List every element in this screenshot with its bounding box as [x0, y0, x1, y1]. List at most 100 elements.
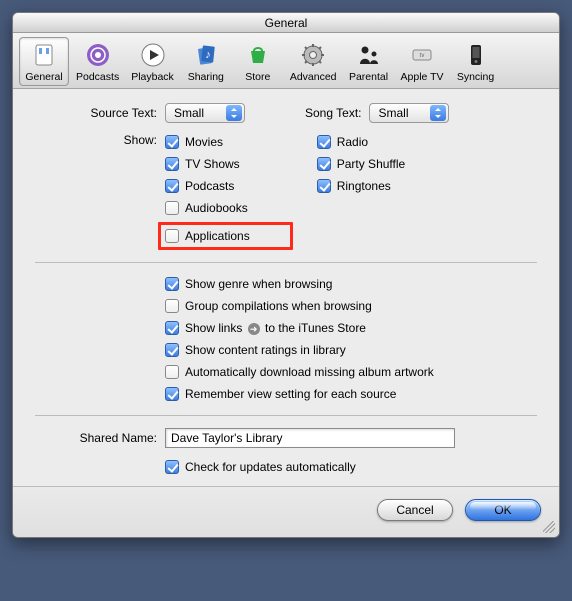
- checkbox-icon: [165, 299, 179, 313]
- checkbox-applications[interactable]: Applications: [165, 227, 250, 245]
- checkbox-party-shuffle[interactable]: Party Shuffle: [317, 155, 405, 173]
- checkbox-check-updates[interactable]: Check for updates automatically: [165, 458, 537, 476]
- stepper-arrows-icon: [226, 105, 242, 121]
- checkbox-label: Applications: [185, 229, 250, 243]
- checkbox-icon: [317, 135, 331, 149]
- popup-song-text[interactable]: Small: [369, 103, 449, 123]
- stepper-arrows-icon: [430, 105, 446, 121]
- checkbox-icon: [165, 201, 179, 215]
- toolbar-item-general[interactable]: General: [19, 37, 69, 86]
- general-icon: [30, 41, 58, 69]
- toolbar-label: Podcasts: [76, 71, 119, 83]
- cancel-button[interactable]: Cancel: [377, 499, 453, 521]
- toolbar-item-playback[interactable]: Playback: [126, 37, 179, 86]
- checkbox-option-2[interactable]: Show links ➜ to the iTunes Store: [165, 319, 537, 337]
- show-left-column: Movies TV Shows Podcasts Audiobooks Applicat…: [165, 133, 293, 250]
- checkbox-label: Automatically download missing album art…: [185, 365, 434, 379]
- svg-text:tv: tv: [420, 53, 425, 59]
- toolbar-item-syncing[interactable]: Syncing: [451, 37, 501, 86]
- appletv-icon: tv: [408, 41, 436, 69]
- checkbox-label: Party Shuffle: [337, 157, 405, 171]
- checkbox-label: Group compilations when browsing: [185, 299, 372, 313]
- label-song-text: Song Text:: [305, 106, 369, 120]
- parental-icon: [355, 41, 383, 69]
- store-icon: [244, 41, 272, 69]
- checkbox-option-3[interactable]: Show content ratings in library: [165, 341, 537, 359]
- checkbox-icon: [317, 157, 331, 171]
- label-source-text: Source Text:: [35, 106, 165, 120]
- checkbox-option-1[interactable]: Group compilations when browsing: [165, 297, 537, 315]
- checkbox-label: Check for updates automatically: [185, 460, 356, 474]
- label-shared-name: Shared Name:: [35, 431, 165, 445]
- checkbox-label: Podcasts: [185, 179, 234, 193]
- options-block: Show genre when browsing Group compilatio…: [35, 275, 537, 403]
- checkbox-podcasts[interactable]: Podcasts: [165, 177, 293, 195]
- toolbar-label: General: [25, 71, 62, 83]
- checkbox-icon: [165, 277, 179, 291]
- toolbar-label: Sharing: [188, 71, 224, 83]
- store-link-icon: ➜: [248, 323, 260, 335]
- checkbox-radio[interactable]: Radio: [317, 133, 405, 151]
- checkbox-tv-shows[interactable]: TV Shows: [165, 155, 293, 173]
- prefs-toolbar: General Podcasts Playback ♪ Sharing Stor…: [13, 33, 559, 89]
- checkbox-icon: [165, 179, 179, 193]
- syncing-icon: [462, 41, 490, 69]
- toolbar-item-podcasts[interactable]: Podcasts: [71, 37, 124, 86]
- checkbox-icon: [165, 321, 179, 335]
- shared-name-input[interactable]: [165, 428, 455, 448]
- checkbox-label: Show genre when browsing: [185, 277, 332, 291]
- advanced-icon: [299, 41, 327, 69]
- toolbar-label: Parental: [349, 71, 388, 83]
- toolbar-item-advanced[interactable]: Advanced: [285, 37, 342, 86]
- window-title: General: [13, 13, 559, 33]
- popup-value: Small: [174, 106, 204, 120]
- checkbox-icon: [165, 157, 179, 171]
- checkbox-label: Radio: [337, 135, 368, 149]
- highlight-annotation: Applications: [158, 222, 293, 250]
- toolbar-label: Apple TV: [401, 71, 444, 83]
- ok-button[interactable]: OK: [465, 499, 541, 521]
- checkbox-icon: [165, 365, 179, 379]
- separator: [35, 262, 537, 263]
- toolbar-label: Advanced: [290, 71, 337, 83]
- checkbox-label: Show content ratings in library: [185, 343, 346, 357]
- checkbox-icon: [165, 343, 179, 357]
- toolbar-label: Playback: [131, 71, 174, 83]
- checkbox-label: Ringtones: [337, 179, 391, 193]
- podcasts-icon: [84, 41, 112, 69]
- checkbox-label: Audiobooks: [185, 201, 248, 215]
- checkbox-audiobooks[interactable]: Audiobooks: [165, 199, 293, 217]
- checkbox-icon: [165, 387, 179, 401]
- checkbox-icon: [317, 179, 331, 193]
- toolbar-item-parental[interactable]: Parental: [344, 37, 394, 86]
- checkbox-movies[interactable]: Movies: [165, 133, 293, 151]
- checkbox-icon: [165, 460, 179, 474]
- svg-text:♪: ♪: [205, 49, 211, 61]
- checkbox-label: TV Shows: [185, 157, 240, 171]
- separator: [35, 415, 537, 416]
- checkbox-label: Movies: [185, 135, 223, 149]
- show-right-column: Radio Party Shuffle Ringtones: [317, 133, 405, 250]
- checkbox-option-0[interactable]: Show genre when browsing: [165, 275, 537, 293]
- checkbox-icon: [165, 135, 179, 149]
- resize-grip-icon[interactable]: [543, 521, 555, 533]
- checkbox-option-5[interactable]: Remember view setting for each source: [165, 385, 537, 403]
- toolbar-item-store[interactable]: Store: [233, 37, 283, 86]
- toolbar-item-sharing[interactable]: ♪ Sharing: [181, 37, 231, 86]
- checkbox-ringtones[interactable]: Ringtones: [317, 177, 405, 195]
- toolbar-label: Store: [245, 71, 270, 83]
- checkbox-option-4[interactable]: Automatically download missing album art…: [165, 363, 537, 381]
- popup-value: Small: [378, 106, 408, 120]
- label-show: Show:: [35, 133, 165, 250]
- sharing-icon: ♪: [192, 41, 220, 69]
- checkbox-label: Show links ➜ to the iTunes Store: [185, 321, 366, 336]
- toolbar-item-appletv[interactable]: tv Apple TV: [396, 37, 449, 86]
- checkbox-icon: [165, 229, 179, 243]
- toolbar-label: Syncing: [457, 71, 494, 83]
- playback-icon: [139, 41, 167, 69]
- preferences-window: General General Podcasts Playback ♪ Shar…: [12, 12, 560, 538]
- content-area: Source Text: Small Song Text: Small Show…: [13, 89, 559, 486]
- popup-source-text[interactable]: Small: [165, 103, 245, 123]
- checkbox-label: Remember view setting for each source: [185, 387, 396, 401]
- dialog-footer: Cancel OK: [13, 486, 559, 537]
